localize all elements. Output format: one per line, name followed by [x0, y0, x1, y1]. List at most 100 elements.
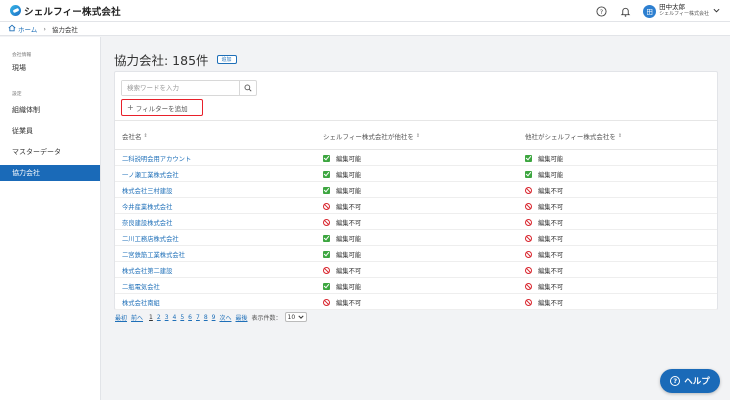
prohibited-icon: [525, 202, 532, 210]
bell-icon[interactable]: [619, 5, 631, 17]
user-menu[interactable]: 田中太郎 シェルフィー株式会社: [659, 4, 709, 18]
company-link[interactable]: 株式会社第二建設: [122, 266, 172, 275]
user-company: シェルフィー株式会社: [659, 11, 709, 17]
permission-status: 編集不可: [336, 219, 362, 227]
check-square-icon: [323, 282, 330, 290]
breadcrumb-home-link[interactable]: ホーム: [18, 24, 37, 34]
column-header-their-permission[interactable]: 他社がシェルフィー株式会社を ⇕: [525, 121, 622, 151]
prohibited-icon: [525, 250, 532, 258]
partners-table-body: 二科説明会用アカウント 編集可能 編集可能 一ノ瀬工業株式会社 編集可能 編集可能 株式会社…: [115, 150, 717, 310]
company-link[interactable]: 二科説明会用アカウント: [122, 154, 191, 163]
add-partner-button[interactable]: 追加: [216, 55, 237, 64]
table-row: 二科説明会用アカウント 編集可能 編集可能: [115, 150, 717, 166]
pagination-page[interactable]: 8: [204, 314, 208, 321]
search-input[interactable]: [122, 81, 239, 95]
pagination-page[interactable]: 1: [149, 314, 153, 321]
help-button[interactable]: ? ヘルプ: [660, 369, 720, 393]
top-header: シェルフィー株式会社 ? 田 田中太郎 シェルフィー株式会社: [0, 0, 730, 22]
table-row: 二宮鉄筋工業株式会社 編集可能 編集不可: [115, 246, 717, 262]
permission-status: 編集不可: [538, 299, 564, 307]
permission-status: 編集可能: [538, 171, 564, 179]
pagination-pages: 123456789: [149, 314, 219, 321]
add-filter-button[interactable]: + フィルターを追加: [121, 99, 203, 116]
sort-icon: ⇕: [617, 133, 623, 139]
svg-text:?: ?: [599, 7, 602, 15]
column-header-our-permission[interactable]: シェルフィー株式会社が他社を ⇕: [323, 121, 420, 151]
prohibited-icon: [525, 298, 532, 306]
sidebar-item-partners[interactable]: 協力会社: [0, 165, 100, 181]
chevron-down-icon[interactable]: [713, 7, 720, 16]
permission-status: 編集不可: [538, 235, 564, 243]
prohibited-icon: [323, 202, 330, 210]
plus-icon: +: [127, 103, 134, 112]
company-link[interactable]: 二川工務店株式会社: [122, 234, 179, 243]
home-icon[interactable]: [8, 24, 16, 34]
add-filter-label: フィルターを追加: [135, 104, 188, 113]
company-link[interactable]: 一ノ瀬工業株式会社: [122, 170, 179, 179]
permission-status: 編集可能: [336, 171, 362, 179]
per-page-select[interactable]: 10: [284, 312, 308, 322]
table-header: 会社名 ⇕ シェルフィー株式会社が他社を ⇕ 他社がシェルフィー株式会社を ⇕: [115, 120, 717, 150]
pagination-page[interactable]: 6: [188, 314, 192, 321]
company-link[interactable]: 株式会社三村建設: [122, 186, 172, 195]
check-square-icon: [323, 234, 330, 242]
pagination-page[interactable]: 2: [157, 314, 161, 321]
check-square-icon: [323, 170, 330, 178]
pagination-next[interactable]: 次へ: [219, 313, 231, 322]
prohibited-icon: [525, 218, 532, 226]
permission-status: 編集可能: [336, 155, 362, 163]
pagination-page[interactable]: 4: [173, 314, 177, 321]
pagination-page[interactable]: 9: [212, 314, 216, 321]
company-link[interactable]: 二宮鉄筋工業株式会社: [122, 250, 185, 259]
sidebar-section-settings: 設定: [12, 92, 22, 97]
check-square-icon: [323, 250, 330, 258]
permission-status: 編集可能: [336, 235, 362, 243]
check-square-icon: [525, 170, 532, 178]
pagination-page[interactable]: 3: [165, 314, 169, 321]
permission-status: 編集不可: [538, 267, 564, 275]
search-button[interactable]: [239, 81, 256, 95]
pagination-page[interactable]: 5: [180, 314, 184, 321]
question-circle-icon: ?: [670, 376, 681, 386]
sidebar-item-master-data[interactable]: マスターデータ: [0, 144, 100, 160]
check-square-icon: [525, 154, 532, 162]
prohibited-icon: [525, 266, 532, 274]
partners-card: + フィルターを追加 会社名⇕ シェルフィー株式会社が他社を⇕ 他社がシェルフィ…: [114, 71, 718, 310]
pagination-prev[interactable]: 前へ: [131, 313, 143, 322]
pagination-last[interactable]: 最後: [236, 313, 248, 322]
breadcrumb-current: 協力会社: [51, 25, 78, 34]
company-link[interactable]: 株式会社南組: [122, 298, 160, 307]
brand-logo[interactable]: シェルフィー株式会社: [10, 4, 121, 18]
table-row: 株式会社第二建設 編集不可 編集不可: [115, 262, 717, 278]
company-link[interactable]: 奈良建設株式会社: [122, 218, 172, 227]
company-link[interactable]: 今井産業株式会社: [122, 202, 172, 211]
column-header-company[interactable]: 会社名 ⇕: [122, 121, 148, 151]
title-row: 協力会社: 185件 追加: [114, 50, 237, 69]
prohibited-icon: [323, 218, 330, 226]
permission-status: 編集不可: [538, 283, 564, 291]
user-name: 田中太郎: [659, 3, 686, 11]
pagination-page[interactable]: 7: [196, 314, 200, 321]
user-avatar[interactable]: 田: [643, 4, 657, 18]
table-row: 株式会社南組 編集不可 編集不可: [115, 294, 717, 310]
permission-status: 編集可能: [336, 283, 362, 291]
permission-status: 編集不可: [538, 251, 564, 259]
company-link[interactable]: 二瓶電気会社: [122, 282, 160, 291]
check-square-icon: [323, 186, 330, 194]
table-row: 二川工務店株式会社 編集可能 編集不可: [115, 230, 717, 246]
sidebar-item-site[interactable]: 現場: [0, 60, 100, 76]
prohibited-icon: [525, 186, 532, 194]
question-circle-icon[interactable]: ?: [595, 5, 607, 17]
table-row: 二瓶電気会社 編集可能 編集不可: [115, 278, 717, 294]
sidebar-item-organization[interactable]: 組織体制: [0, 102, 100, 118]
prohibited-icon: [525, 234, 532, 242]
sidebar-item-employees[interactable]: 従業員: [0, 123, 100, 139]
page-title: 協力会社: 185件: [114, 53, 209, 68]
prohibited-icon: [323, 298, 330, 306]
table-row: 一ノ瀬工業株式会社 編集可能 編集可能: [115, 166, 717, 182]
permission-status: 編集不可: [336, 203, 362, 211]
per-page-label: 表示件数：: [251, 314, 282, 322]
pagination-first[interactable]: 最初: [115, 313, 127, 322]
breadcrumb: ホーム › 協力会社: [0, 22, 730, 36]
permission-status: 編集不可: [538, 219, 564, 227]
